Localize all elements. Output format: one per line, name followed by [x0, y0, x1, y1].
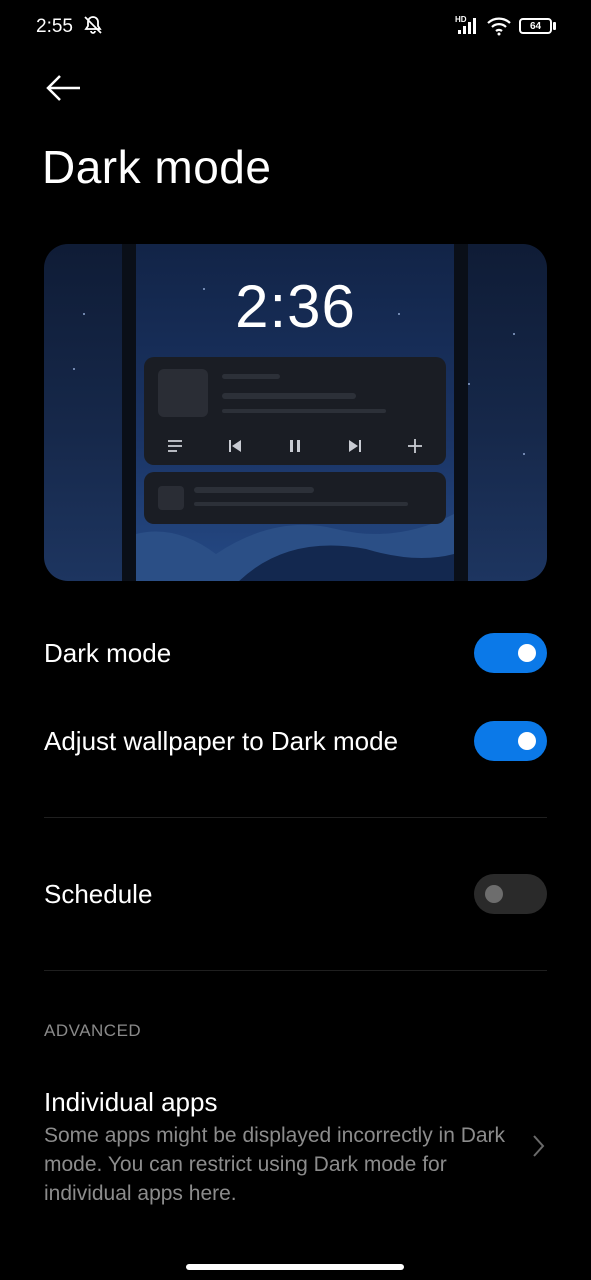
notification-thumbnail — [158, 486, 184, 510]
battery-tip — [553, 22, 556, 30]
next-icon — [349, 440, 361, 452]
pause-icon — [290, 440, 300, 452]
placeholder-line — [222, 393, 356, 399]
toggle-knob — [518, 732, 536, 750]
adjust-wallpaper-label: Adjust wallpaper to Dark mode — [44, 726, 399, 756]
divider — [44, 817, 547, 818]
section-header-advanced: ADVANCED — [44, 1021, 142, 1040]
back-button[interactable] — [44, 70, 84, 106]
battery-level: 64 — [529, 20, 542, 32]
toggle-knob — [518, 644, 536, 662]
chevron-right-icon — [533, 1135, 545, 1157]
status-time: 2:55 — [36, 16, 73, 37]
dark-mode-label: Dark mode — [44, 638, 172, 668]
preview-notification — [144, 472, 446, 524]
individual-apps-description: Some apps might be displayed incorrectly… — [44, 1124, 506, 1205]
placeholder-line — [194, 502, 408, 506]
previous-icon — [229, 440, 241, 452]
dark-mode-preview: 2:36 — [44, 244, 547, 581]
media-controls — [144, 435, 446, 461]
page-title: Dark mode — [42, 141, 272, 193]
divider — [44, 970, 547, 971]
individual-apps-row[interactable]: Individual apps Some apps might be displ… — [0, 1075, 591, 1225]
toggle-knob — [485, 885, 503, 903]
dark-mode-toggle[interactable] — [474, 633, 547, 673]
preview-media-notification — [144, 357, 446, 465]
placeholder-line — [222, 374, 280, 379]
playlist-icon — [168, 440, 182, 452]
plus-icon — [408, 439, 422, 453]
schedule-label: Schedule — [44, 879, 153, 909]
media-thumbnail — [158, 369, 208, 417]
adjust-wallpaper-toggle[interactable] — [474, 721, 547, 761]
bell-off-icon — [84, 16, 102, 34]
schedule-toggle[interactable] — [474, 874, 547, 914]
placeholder-line — [222, 409, 386, 413]
arrow-left-icon — [46, 75, 80, 101]
individual-apps-title: Individual apps — [44, 1087, 218, 1117]
signal-icon — [458, 18, 476, 34]
battery-icon: 64 — [519, 18, 552, 34]
placeholder-line — [194, 487, 314, 493]
preview-clock: 2:36 — [235, 273, 356, 340]
home-indicator[interactable] — [186, 1264, 404, 1270]
wifi-icon — [487, 17, 511, 36]
